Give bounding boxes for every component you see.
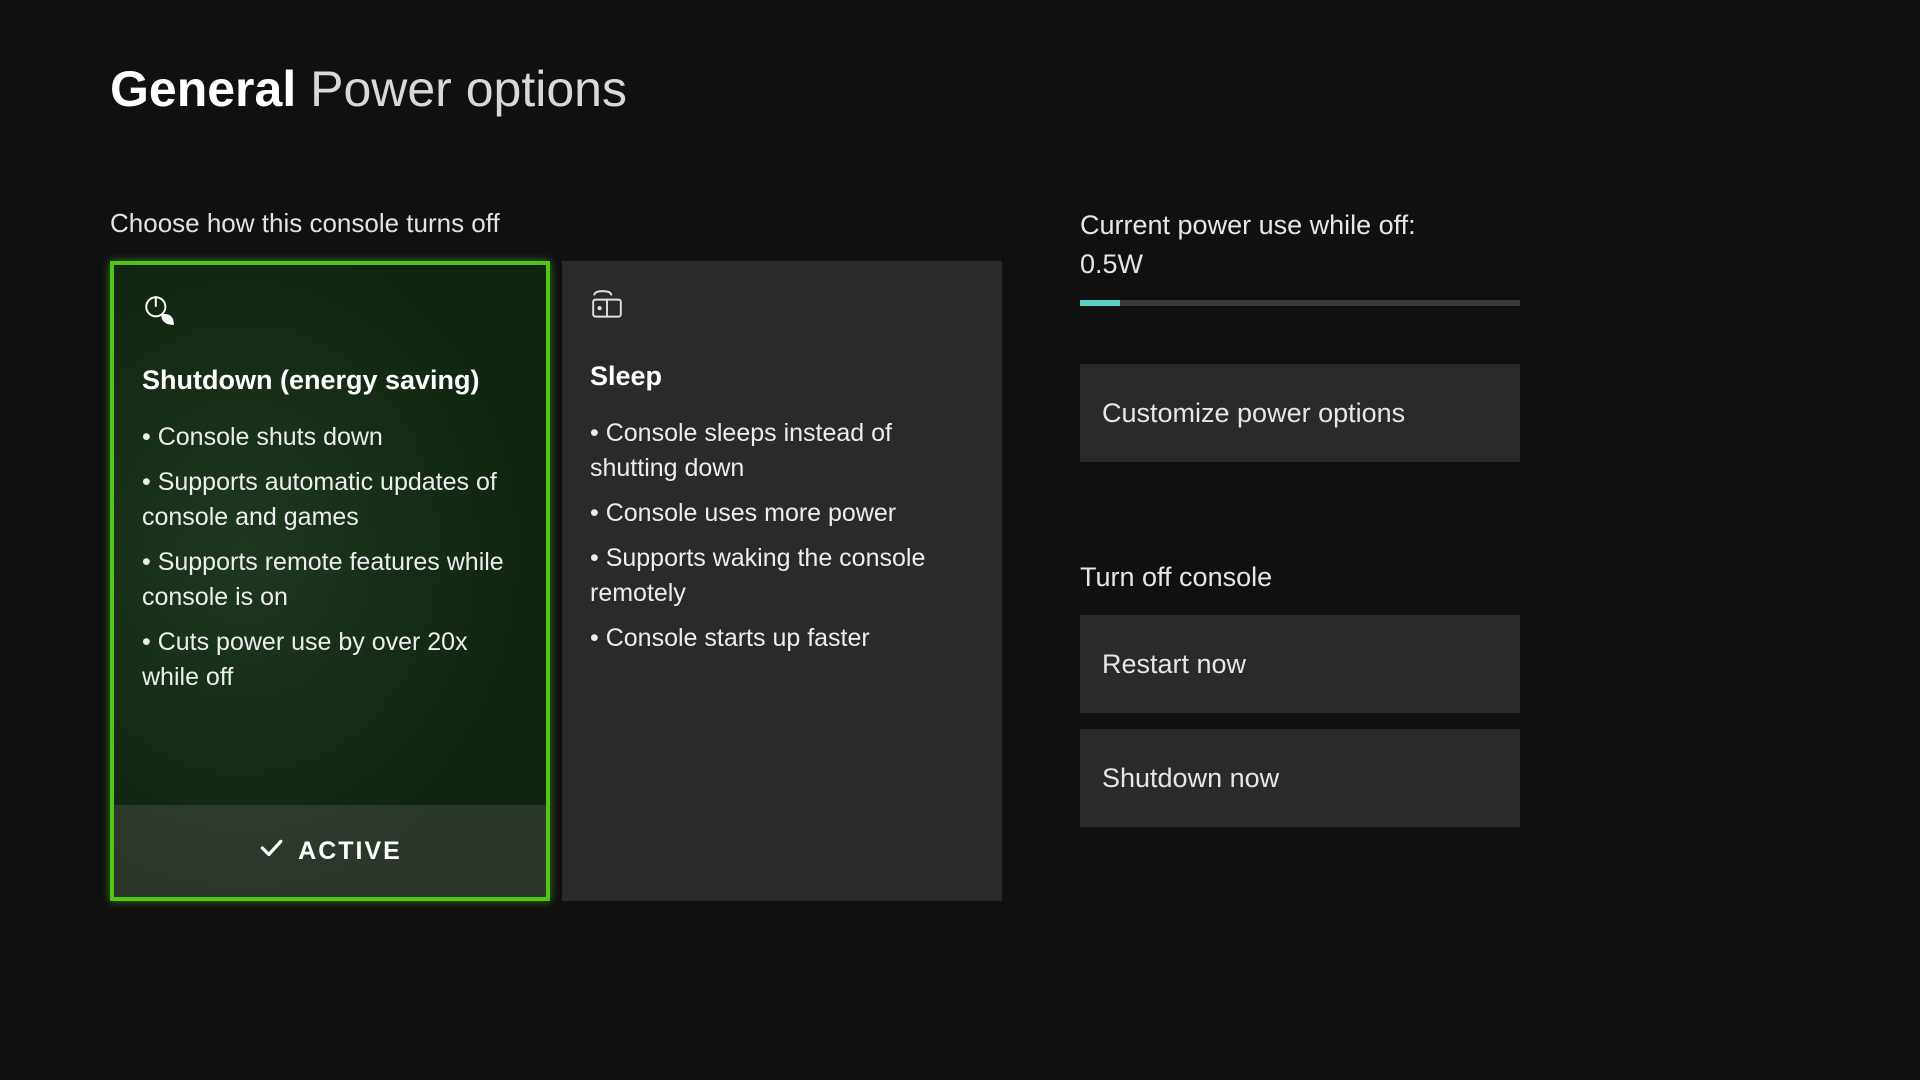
power-mode-sleep-card[interactable]: Sleep • Console sleeps instead of shutti… [562,261,1002,901]
bullet-item: • Supports automatic updates of console … [142,465,518,535]
bullet-item: • Console sleeps instead of shutting dow… [590,416,974,486]
power-leaf-icon [142,293,176,327]
page-title: General Power options [110,60,1810,118]
power-meter [1080,300,1520,306]
power-mode-column: Choose how this console turns off Shutdo… [110,208,1010,901]
sleep-console-icon [590,289,624,323]
active-label: ACTIVE [298,837,402,866]
bullet-item: • Console starts up faster [590,621,974,656]
breadcrumb-category: General [110,61,296,117]
restart-now-button[interactable]: Restart now [1080,615,1520,713]
card-bullets: • Console sleeps instead of shutting dow… [590,416,974,656]
settings-page: General Power options Choose how this co… [0,0,1920,901]
active-badge: ACTIVE [114,805,546,897]
customize-power-options-button[interactable]: Customize power options [1080,364,1520,462]
card-body: Shutdown (energy saving) • Console shuts… [114,265,546,805]
power-status-value: 0.5W [1080,247,1520,282]
bullet-item: • Supports remote features while console… [142,545,518,615]
power-mode-shutdown-card[interactable]: Shutdown (energy saving) • Console shuts… [110,261,550,901]
card-title: Shutdown (energy saving) [142,365,518,396]
check-icon [258,835,284,868]
section-label: Choose how this console turns off [110,208,1010,239]
power-status-label: Current power use while off: [1080,208,1520,243]
bullet-item: • Cuts power use by over 20x while off [142,625,518,695]
shutdown-now-button[interactable]: Shutdown now [1080,729,1520,827]
card-body: Sleep • Console sleeps instead of shutti… [562,261,1002,901]
breadcrumb-page: Power options [296,61,627,117]
power-mode-cards: Shutdown (energy saving) • Console shuts… [110,261,1010,901]
card-bullets: • Console shuts down • Supports automati… [142,420,518,695]
bullet-item: • Console uses more power [590,496,974,531]
card-title: Sleep [590,361,974,392]
turn-off-heading: Turn off console [1080,562,1520,593]
bullet-item: • Supports waking the console remotely [590,541,974,611]
bullet-item: • Console shuts down [142,420,518,455]
content-columns: Choose how this console turns off Shutdo… [110,208,1810,901]
power-meter-fill [1080,300,1120,306]
side-panel: Current power use while off: 0.5W Custom… [1080,208,1520,901]
